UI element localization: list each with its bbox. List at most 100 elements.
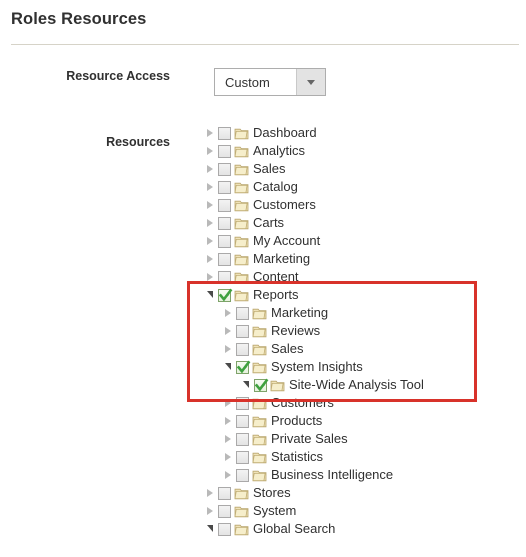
expand-arrow-closed-icon[interactable]	[202, 142, 218, 160]
expand-arrow-closed-icon[interactable]	[202, 196, 218, 214]
tree-node-marketing[interactable]: Marketing	[202, 304, 522, 322]
tree-node-label[interactable]: Sales	[271, 340, 304, 358]
tree-node-catalog[interactable]: Catalog	[202, 178, 522, 196]
tree-node-customers[interactable]: Customers	[202, 196, 522, 214]
checkbox-unchecked-icon[interactable]	[218, 216, 231, 230]
expand-arrow-closed-icon[interactable]	[220, 412, 236, 430]
checkbox-unchecked-icon[interactable]	[218, 180, 231, 194]
tree-node-carts[interactable]: Carts	[202, 214, 522, 232]
expand-arrow-closed-icon[interactable]	[202, 484, 218, 502]
tree-node-label[interactable]: My Account	[253, 232, 320, 250]
checkbox-unchecked-icon[interactable]	[218, 270, 231, 284]
resource-access-select[interactable]: Custom	[214, 68, 326, 96]
checkbox-unchecked-icon[interactable]	[236, 432, 249, 446]
tree-node-label[interactable]: Stores	[253, 484, 291, 502]
tree-node-dashboard[interactable]: Dashboard	[202, 124, 522, 142]
tree-node-label[interactable]: Reviews	[271, 322, 320, 340]
tree-node-label[interactable]: Reports	[253, 286, 299, 304]
checkbox-unchecked-icon[interactable]	[236, 450, 249, 464]
expand-arrow-closed-icon[interactable]	[220, 322, 236, 340]
resource-access-selected-value[interactable]: Custom	[215, 69, 296, 95]
expand-arrow-open-icon[interactable]	[202, 520, 218, 538]
tree-node-label[interactable]: Business Intelligence	[271, 466, 393, 484]
tree-node-system[interactable]: System	[202, 502, 522, 520]
expand-arrow-closed-icon[interactable]	[202, 502, 218, 520]
tree-node-reviews[interactable]: Reviews	[202, 322, 522, 340]
expand-arrow-closed-icon[interactable]	[202, 268, 218, 286]
folder-icon	[234, 216, 249, 231]
tree-node-label[interactable]: Dashboard	[253, 124, 317, 142]
checkbox-checked-icon[interactable]	[218, 288, 233, 302]
tree-node-products[interactable]: Products	[202, 412, 522, 430]
tree-node-label[interactable]: Site-Wide Analysis Tool	[289, 376, 424, 394]
checkbox-unchecked-icon[interactable]	[218, 144, 231, 158]
tree-node-analytics[interactable]: Analytics	[202, 142, 522, 160]
tree-node-label[interactable]: Marketing	[253, 250, 310, 268]
expand-arrow-open-icon[interactable]	[238, 376, 254, 394]
checkbox-unchecked-icon[interactable]	[236, 306, 249, 320]
checkbox-unchecked-icon[interactable]	[218, 234, 231, 248]
expand-arrow-closed-icon[interactable]	[220, 448, 236, 466]
tree-node-system-insights[interactable]: System Insights	[202, 358, 522, 376]
tree-node-marketing[interactable]: Marketing	[202, 250, 522, 268]
checkbox-unchecked-icon[interactable]	[236, 324, 249, 338]
expand-arrow-closed-icon[interactable]	[202, 232, 218, 250]
expand-arrow-closed-icon[interactable]	[220, 340, 236, 358]
tree-node-label[interactable]: System	[253, 502, 296, 520]
expand-arrow-closed-icon[interactable]	[220, 466, 236, 484]
expand-arrow-closed-icon[interactable]	[202, 250, 218, 268]
tree-node-my-account[interactable]: My Account	[202, 232, 522, 250]
resource-tree[interactable]: Dashboard Analytics Sales Catalog Customers C…	[202, 124, 522, 538]
checkbox-unchecked-icon[interactable]	[236, 396, 249, 410]
tree-node-label[interactable]: Sales	[253, 160, 286, 178]
tree-node-sales[interactable]: Sales	[202, 340, 522, 358]
tree-node-reports[interactable]: Reports	[202, 286, 522, 304]
checkbox-unchecked-icon[interactable]	[218, 252, 231, 266]
tree-node-label[interactable]: Statistics	[271, 448, 323, 466]
checkbox-checked-icon[interactable]	[236, 360, 251, 374]
checkbox-unchecked-icon[interactable]	[218, 486, 231, 500]
expand-arrow-closed-icon[interactable]	[220, 430, 236, 448]
expand-arrow-closed-icon[interactable]	[202, 160, 218, 178]
expand-arrow-open-icon[interactable]	[220, 358, 236, 376]
tree-node-label[interactable]: Private Sales	[271, 430, 348, 448]
tree-node-customers[interactable]: Customers	[202, 394, 522, 412]
tree-node-business-intelligence[interactable]: Business Intelligence	[202, 466, 522, 484]
tree-node-content[interactable]: Content	[202, 268, 522, 286]
tree-node-label[interactable]: Customers	[253, 196, 316, 214]
tree-node-statistics[interactable]: Statistics	[202, 448, 522, 466]
tree-node-label[interactable]: Catalog	[253, 178, 298, 196]
resource-access-dropdown-button[interactable]	[296, 69, 325, 95]
folder-icon	[234, 522, 249, 537]
checkbox-unchecked-icon[interactable]	[218, 162, 231, 176]
checkbox-unchecked-icon[interactable]	[218, 126, 231, 140]
tree-node-stores[interactable]: Stores	[202, 484, 522, 502]
folder-icon	[252, 450, 267, 465]
checkbox-checked-icon[interactable]	[254, 378, 269, 392]
checkbox-unchecked-icon[interactable]	[236, 342, 249, 356]
expand-arrow-closed-icon[interactable]	[202, 124, 218, 142]
checkbox-unchecked-icon[interactable]	[236, 414, 249, 428]
checkbox-unchecked-icon[interactable]	[218, 504, 231, 518]
tree-node-label[interactable]: Products	[271, 412, 322, 430]
expand-arrow-closed-icon[interactable]	[202, 178, 218, 196]
tree-node-sales[interactable]: Sales	[202, 160, 522, 178]
tree-node-label[interactable]: Analytics	[253, 142, 305, 160]
tree-node-label[interactable]: Content	[253, 268, 299, 286]
folder-icon	[252, 468, 267, 483]
expand-arrow-closed-icon[interactable]	[202, 214, 218, 232]
tree-node-label[interactable]: Marketing	[271, 304, 328, 322]
tree-node-private-sales[interactable]: Private Sales	[202, 430, 522, 448]
expand-arrow-open-icon[interactable]	[202, 286, 218, 304]
expand-arrow-closed-icon[interactable]	[220, 304, 236, 322]
tree-node-label[interactable]: Carts	[253, 214, 284, 232]
checkbox-unchecked-icon[interactable]	[218, 198, 231, 212]
checkbox-unchecked-icon[interactable]	[218, 522, 231, 536]
tree-node-label[interactable]: System Insights	[271, 358, 363, 376]
tree-node-site-wide-analysis-tool[interactable]: Site-Wide Analysis Tool	[202, 376, 522, 394]
expand-arrow-closed-icon[interactable]	[220, 394, 236, 412]
checkbox-unchecked-icon[interactable]	[236, 468, 249, 482]
tree-node-label[interactable]: Customers	[271, 394, 334, 412]
tree-node-label[interactable]: Global Search	[253, 520, 335, 538]
tree-node-global-search[interactable]: Global Search	[202, 520, 522, 538]
